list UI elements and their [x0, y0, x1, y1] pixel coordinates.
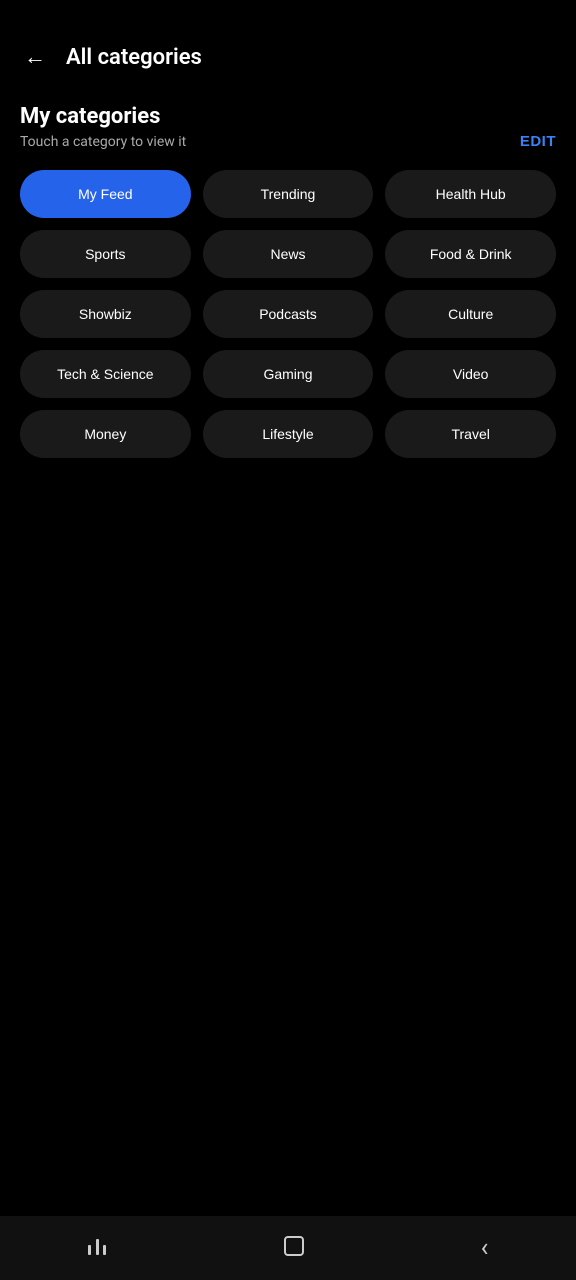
categories-grid: My FeedTrendingHealth Hub SportsNewsFood … — [20, 170, 556, 458]
recents-button[interactable] — [78, 1226, 117, 1270]
categories-section: My categories Touch a category to view i… — [0, 94, 576, 478]
category-gaming[interactable]: Gaming — [203, 350, 374, 398]
category-money[interactable]: Money — [20, 410, 191, 458]
category-news[interactable]: News — [203, 230, 374, 278]
category-trending[interactable]: Trending — [203, 170, 374, 218]
back-nav-button[interactable]: ‹ — [471, 1223, 499, 1273]
nav-bar: ‹ — [0, 1216, 576, 1280]
section-subtitle-row: Touch a category to view it EDIT — [20, 133, 556, 150]
category-video[interactable]: Video — [385, 350, 556, 398]
category-health-hub[interactable]: Health Hub — [385, 170, 556, 218]
edit-button[interactable]: EDIT — [520, 133, 556, 150]
category-my-feed[interactable]: My Feed — [20, 170, 191, 218]
page-title: All categories — [66, 45, 202, 70]
category-lifestyle[interactable]: Lifestyle — [203, 410, 374, 458]
back-button[interactable]: ← — [20, 40, 50, 74]
category-podcasts[interactable]: Podcasts — [203, 290, 374, 338]
category-sports[interactable]: Sports — [20, 230, 191, 278]
category-travel[interactable]: Travel — [385, 410, 556, 458]
header: ← All categories — [0, 0, 576, 94]
section-subtitle: Touch a category to view it — [20, 134, 186, 150]
category-showbiz[interactable]: Showbiz — [20, 290, 191, 338]
category-culture[interactable]: Culture — [385, 290, 556, 338]
section-title: My categories — [20, 104, 556, 129]
category-tech-science[interactable]: Tech & Science — [20, 350, 191, 398]
home-button[interactable] — [272, 1224, 316, 1273]
category-food-drink[interactable]: Food & Drink — [385, 230, 556, 278]
back-icon: ← — [24, 44, 46, 69]
